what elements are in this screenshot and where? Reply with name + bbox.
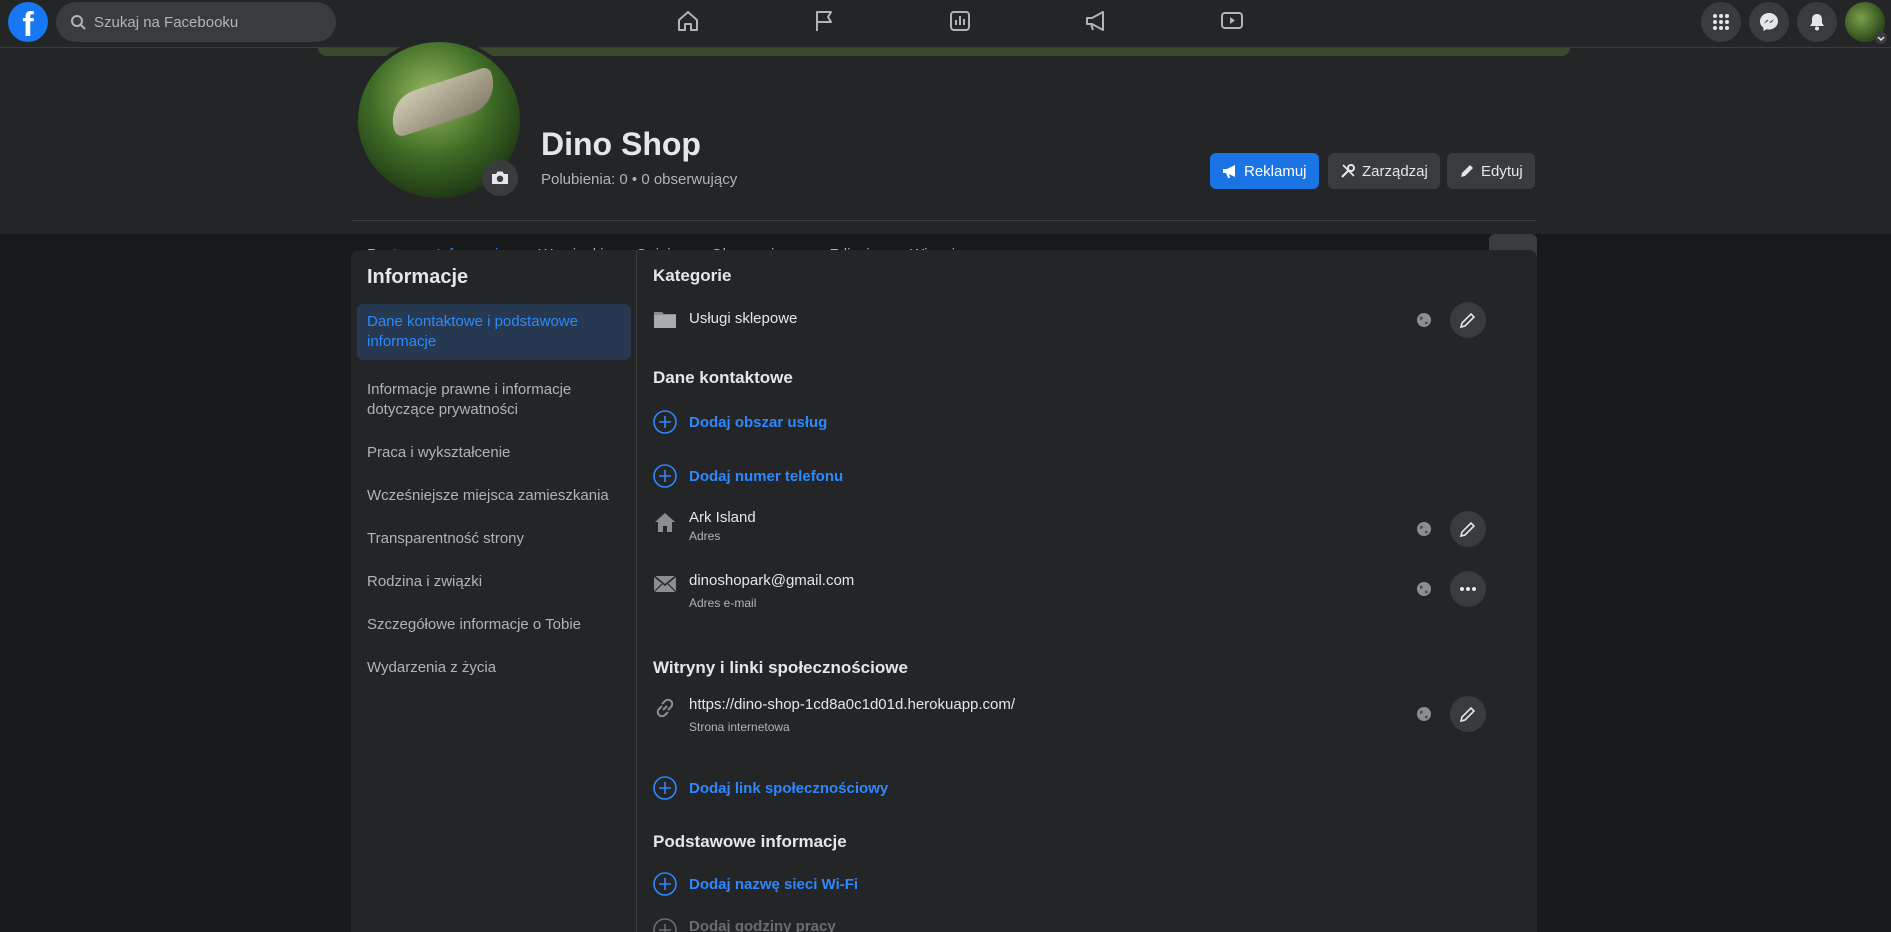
- messenger-button[interactable]: [1749, 2, 1789, 42]
- categories-title: Kategorie: [653, 266, 732, 285]
- about-nav-legal[interactable]: Informacje prawne i informacje dotyczące…: [357, 372, 631, 428]
- megaphone-icon: [1223, 165, 1235, 178]
- about-sidebar: Informacje Dane kontaktowe i podstawowe …: [351, 250, 637, 932]
- address-label: Adres: [689, 529, 721, 543]
- camera-icon: [492, 171, 508, 184]
- email-value: dinoshopark@gmail.com: [689, 572, 855, 589]
- pencil-icon: [1459, 521, 1476, 538]
- facebook-logo[interactable]: f: [8, 2, 48, 42]
- nav-video[interactable]: [1164, 0, 1300, 42]
- globe-icon: [1417, 707, 1431, 721]
- about-nav-work[interactable]: Praca i wykształcenie: [357, 435, 631, 471]
- page-header: Dino Shop Polubienia: 0 • 0 obserwujący …: [0, 38, 1891, 288]
- pencil-icon: [1461, 165, 1473, 177]
- website-url[interactable]: https://dino-shop-1cd8a0c1d01d.herokuapp…: [689, 696, 1015, 713]
- edit-button[interactable]: Edytuj: [1447, 153, 1535, 189]
- messenger-icon: [1760, 13, 1778, 31]
- email-options-button[interactable]: [1450, 571, 1486, 607]
- megaphone-icon: [1086, 11, 1104, 31]
- edit-address-button[interactable]: [1450, 511, 1486, 547]
- website-label: Strona internetowa: [689, 720, 790, 734]
- header-divider: [351, 220, 1537, 221]
- nav-pages[interactable]: [756, 0, 892, 42]
- nav-insights[interactable]: [892, 0, 1028, 42]
- change-photo-button[interactable]: [482, 160, 518, 196]
- video-icon: [1221, 12, 1243, 29]
- about-nav-contact[interactable]: Dane kontaktowe i podstawowe informacje: [357, 304, 631, 360]
- nav-home[interactable]: [620, 0, 756, 42]
- dinosaur-image: [384, 65, 502, 139]
- add-social-link[interactable]: Dodaj link społecznościowy: [689, 780, 888, 797]
- websites-title: Witryny i linki społecznościowe: [653, 658, 908, 677]
- basic-info-title: Podstawowe informacje: [653, 832, 847, 851]
- edit-label: Edytuj: [1481, 162, 1523, 180]
- add-service-area-link[interactable]: Dodaj obszar usług: [689, 414, 827, 431]
- globe-icon: [1417, 522, 1431, 536]
- globe-icon: [1417, 313, 1431, 327]
- about-nav-transparency[interactable]: Transparentność strony: [357, 521, 631, 557]
- search-box[interactable]: [56, 2, 336, 42]
- about-sidebar-title: Informacje: [367, 266, 469, 288]
- account-avatar[interactable]: [1845, 2, 1887, 44]
- advertise-button[interactable]: Reklamuj: [1210, 153, 1319, 189]
- contact-title: Dane kontaktowe: [653, 368, 793, 387]
- manage-button[interactable]: Zarządzaj: [1328, 153, 1440, 189]
- advertise-label: Reklamuj: [1244, 162, 1307, 180]
- house-icon: [653, 510, 677, 534]
- grid-menu-icon: [1713, 14, 1729, 30]
- address-value: Ark Island: [689, 509, 756, 526]
- ellipsis-icon: [1460, 587, 1476, 591]
- manage-label: Zarządzaj: [1362, 162, 1428, 180]
- pencil-icon: [1459, 706, 1476, 723]
- plus-circle-icon: [653, 464, 677, 488]
- pencil-icon: [1459, 312, 1476, 329]
- plus-circle-icon: [653, 410, 677, 434]
- add-hours-link[interactable]: Dodaj godziny pracy: [689, 918, 836, 932]
- about-nav-family[interactable]: Rodzina i związki: [357, 564, 631, 600]
- page-stats: Polubienia: 0 • 0 obserwujący: [541, 171, 738, 188]
- page-title: Dino Shop: [541, 126, 701, 162]
- bell-icon: [1810, 14, 1824, 31]
- nav-ads[interactable]: [1028, 0, 1164, 42]
- notifications-button[interactable]: [1797, 2, 1837, 42]
- about-card: Informacje Dane kontaktowe i podstawowe …: [351, 250, 1537, 932]
- chevron-down-icon: [1875, 32, 1887, 44]
- email-label: Adres e-mail: [689, 596, 757, 610]
- account-controls: [1701, 2, 1887, 44]
- plus-circle-icon: [653, 872, 677, 896]
- about-nav-details[interactable]: Szczegółowe informacje o Tobie: [357, 607, 631, 643]
- plus-circle-icon: [653, 918, 677, 932]
- category-value: Usługi sklepowe: [689, 310, 798, 327]
- link-icon: [653, 696, 677, 720]
- add-wifi-link[interactable]: Dodaj nazwę sieci Wi-Fi: [689, 876, 858, 893]
- about-nav-places[interactable]: Wcześniejsze miejsca zamieszkania: [357, 478, 631, 514]
- flag-icon: [816, 11, 832, 31]
- about-details: Kategorie Usługi sklepowe Dane kontaktow…: [637, 250, 1537, 932]
- home-icon: [678, 11, 698, 31]
- edit-category-button[interactable]: [1450, 302, 1486, 338]
- cover-photo[interactable]: [318, 48, 1570, 56]
- folder-icon: [653, 307, 677, 331]
- search-input[interactable]: [94, 13, 314, 31]
- menu-button[interactable]: [1701, 2, 1741, 42]
- plus-circle-icon: [653, 776, 677, 800]
- tools-icon: [1341, 164, 1355, 178]
- search-icon: [71, 15, 86, 30]
- envelope-icon: [653, 572, 677, 596]
- about-nav-life-events[interactable]: Wydarzenia z życia: [357, 650, 631, 686]
- chart-icon: [950, 11, 970, 31]
- edit-website-button[interactable]: [1450, 696, 1486, 732]
- top-navigation-bar: f: [0, 0, 1891, 48]
- add-phone-link[interactable]: Dodaj numer telefonu: [689, 468, 843, 485]
- main-nav: [620, 0, 1300, 42]
- globe-icon: [1417, 582, 1431, 596]
